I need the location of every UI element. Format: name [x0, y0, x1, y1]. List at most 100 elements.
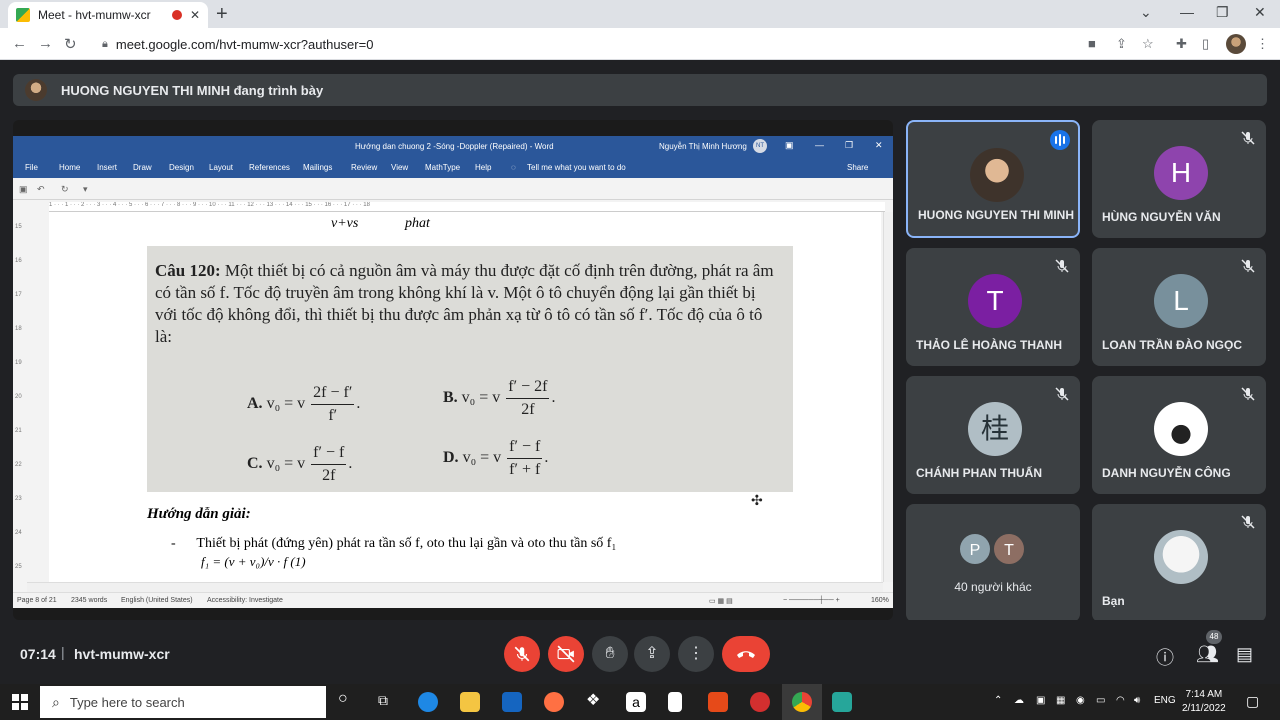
back-icon[interactable]: ←: [12, 35, 27, 52]
battery-icon[interactable]: ▭: [1096, 695, 1105, 706]
vruler-mark: 17: [15, 292, 22, 298]
tell-me-field[interactable]: Tell me what you want to do: [527, 163, 626, 172]
leave-call-button[interactable]: [722, 636, 770, 672]
document-icon[interactable]: [668, 692, 682, 712]
office-icon[interactable]: [708, 692, 728, 712]
maximize-icon[interactable]: ❐: [1216, 4, 1229, 21]
ribbon-tab-review[interactable]: Review: [351, 163, 377, 172]
ribbon-tab-mailings[interactable]: Mailings: [303, 163, 332, 172]
word-share-button[interactable]: Share: [847, 163, 868, 172]
opera-icon[interactable]: [750, 692, 770, 712]
option-d-numerator: f′ − f: [507, 436, 543, 459]
clock-date: 2/11/2022: [1182, 703, 1226, 714]
option-d-lhs: v₀ = v: [462, 449, 502, 467]
browser-tab[interactable]: Meet - hvt-mumw-xcr ✕: [8, 2, 208, 28]
share-icon[interactable]: ⇪: [1116, 36, 1127, 52]
ribbon-tab-insert[interactable]: Insert: [97, 163, 117, 172]
volume-icon[interactable]: 🔊︎: [1134, 695, 1140, 706]
wifi-icon[interactable]: ◠: [1116, 695, 1125, 706]
side-panel-icon[interactable]: ▯: [1202, 36, 1209, 52]
bookmark-star-icon[interactable]: ☆: [1142, 36, 1154, 52]
raise-hand-button[interactable]: ✋︎: [592, 636, 628, 672]
tile-others[interactable]: P T 40 người khác: [906, 504, 1080, 622]
taskbar-clock[interactable]: 7:14 AM 2/11/2022: [1182, 688, 1226, 716]
avatar: [970, 148, 1024, 202]
cortana-icon[interactable]: ○: [338, 690, 358, 710]
chat-icon[interactable]: ▤: [1236, 644, 1253, 665]
firefox-icon[interactable]: [544, 692, 564, 712]
ribbon-tab-file[interactable]: File: [25, 163, 38, 172]
status-words[interactable]: 2345 words: [71, 597, 107, 604]
status-accessibility[interactable]: Accessibility: Investigate: [207, 597, 283, 604]
window-close-icon[interactable]: ✕: [1254, 4, 1266, 21]
ribbon-tab-references[interactable]: References: [249, 163, 290, 172]
mail-icon[interactable]: [502, 692, 522, 712]
status-page[interactable]: Page 8 of 21: [17, 597, 57, 604]
tile-loan[interactable]: L LOAN TRẦN ĐÀO NGỌC: [1092, 248, 1266, 366]
amazon-icon[interactable]: a: [626, 692, 646, 712]
file-explorer-icon[interactable]: [460, 692, 480, 712]
language-indicator[interactable]: ENG: [1154, 695, 1176, 706]
ribbon-tab-view[interactable]: View: [391, 163, 408, 172]
view-mode-icons[interactable]: ▭ ▦ ▤: [709, 597, 733, 605]
profile-avatar[interactable]: [1226, 34, 1246, 54]
meeting-info-icon[interactable]: ⓘ: [1156, 644, 1174, 670]
menu-dots-icon[interactable]: ⋮: [1256, 36, 1269, 52]
camera-icon[interactable]: ■: [1088, 36, 1096, 51]
taskbar-search-box[interactable]: ⌕ Type here to search: [40, 686, 326, 718]
people-icon[interactable]: 👥︎: [1196, 644, 1219, 665]
extensions-icon[interactable]: ✚: [1176, 36, 1187, 52]
task-view-icon[interactable]: ⧉: [378, 692, 398, 712]
status-zoom[interactable]: 160%: [871, 597, 889, 604]
notifications-icon[interactable]: ▢: [1246, 693, 1259, 710]
onedrive-icon[interactable]: ☁: [1014, 695, 1024, 706]
meet-app-icon[interactable]: [832, 692, 852, 712]
save-icon[interactable]: ▣: [19, 184, 28, 195]
dropbox-icon[interactable]: ❖: [586, 690, 606, 710]
ribbon-tab-help[interactable]: Help: [475, 163, 491, 172]
word-close-icon[interactable]: ✕: [875, 140, 883, 151]
word-maximize-icon[interactable]: ❐: [845, 140, 853, 151]
tile-hung[interactable]: H HÙNG NGUYỄN VĂN: [1092, 120, 1266, 238]
tile-chanh[interactable]: 桂 CHÁNH PHAN THUẤN: [906, 376, 1080, 494]
ribbon-tab-design[interactable]: Design: [169, 163, 194, 172]
ribbon-tab-draw[interactable]: Draw: [133, 163, 152, 172]
tray-app-icon-3[interactable]: ◉: [1076, 695, 1085, 706]
tray-chevron-icon[interactable]: ⌃: [994, 695, 1002, 706]
vruler-mark: 25: [15, 564, 22, 570]
tile-self[interactable]: Bạn: [1092, 504, 1266, 622]
windows-start-icon[interactable]: [12, 694, 28, 710]
word-minimize-icon[interactable]: —: [815, 140, 824, 150]
minimize-icon[interactable]: —: [1180, 4, 1194, 20]
url-field[interactable]: 🔒︎ meet.google.com/hvt-mumw-xcr?authuser…: [92, 32, 1082, 56]
edge-icon[interactable]: [418, 692, 438, 712]
forward-icon[interactable]: →: [38, 35, 53, 52]
tile-thao[interactable]: T THẢO LÊ HOÀNG THANH: [906, 248, 1080, 366]
ribbon-tab-mathtype[interactable]: MathType: [425, 163, 460, 172]
undo-icon[interactable]: ↶: [37, 184, 45, 195]
document-page[interactable]: v+vs phat Câu 120: Một thiết bị có cả ng…: [49, 212, 881, 582]
present-button[interactable]: ⇪: [634, 636, 670, 672]
new-tab-button[interactable]: +: [216, 3, 228, 26]
tile-danh[interactable]: DANH NGUYỄN CÔNG: [1092, 376, 1266, 494]
reload-icon[interactable]: ↻: [64, 35, 77, 53]
vertical-scrollbar[interactable]: [883, 212, 893, 582]
camera-toggle-button[interactable]: [548, 636, 584, 672]
tray-app-icon-2[interactable]: ▦: [1056, 695, 1065, 706]
word-user-badge[interactable]: NT: [753, 139, 767, 153]
mic-off-icon: [1055, 387, 1069, 401]
mic-toggle-button[interactable]: [504, 636, 540, 672]
more-options-button[interactable]: ⋮: [678, 636, 714, 672]
zoom-slider[interactable]: − ──────┼── +: [783, 597, 840, 604]
close-tab-icon[interactable]: ✕: [190, 8, 200, 22]
redo-icon[interactable]: ↻: [61, 184, 69, 195]
tab-search-icon[interactable]: ⌄: [1140, 4, 1152, 21]
status-language[interactable]: English (United States): [121, 597, 193, 604]
ribbon-tab-home[interactable]: Home: [59, 163, 80, 172]
ribbon-tab-layout[interactable]: Layout: [209, 163, 233, 172]
qat-customize-icon[interactable]: ▾: [83, 184, 88, 195]
horizontal-scrollbar[interactable]: [27, 582, 883, 592]
ribbon-display-icon[interactable]: ▣: [785, 140, 794, 151]
tray-app-icon[interactable]: ▣: [1036, 695, 1045, 706]
tile-huong[interactable]: HUONG NGUYEN THI MINH: [906, 120, 1080, 238]
